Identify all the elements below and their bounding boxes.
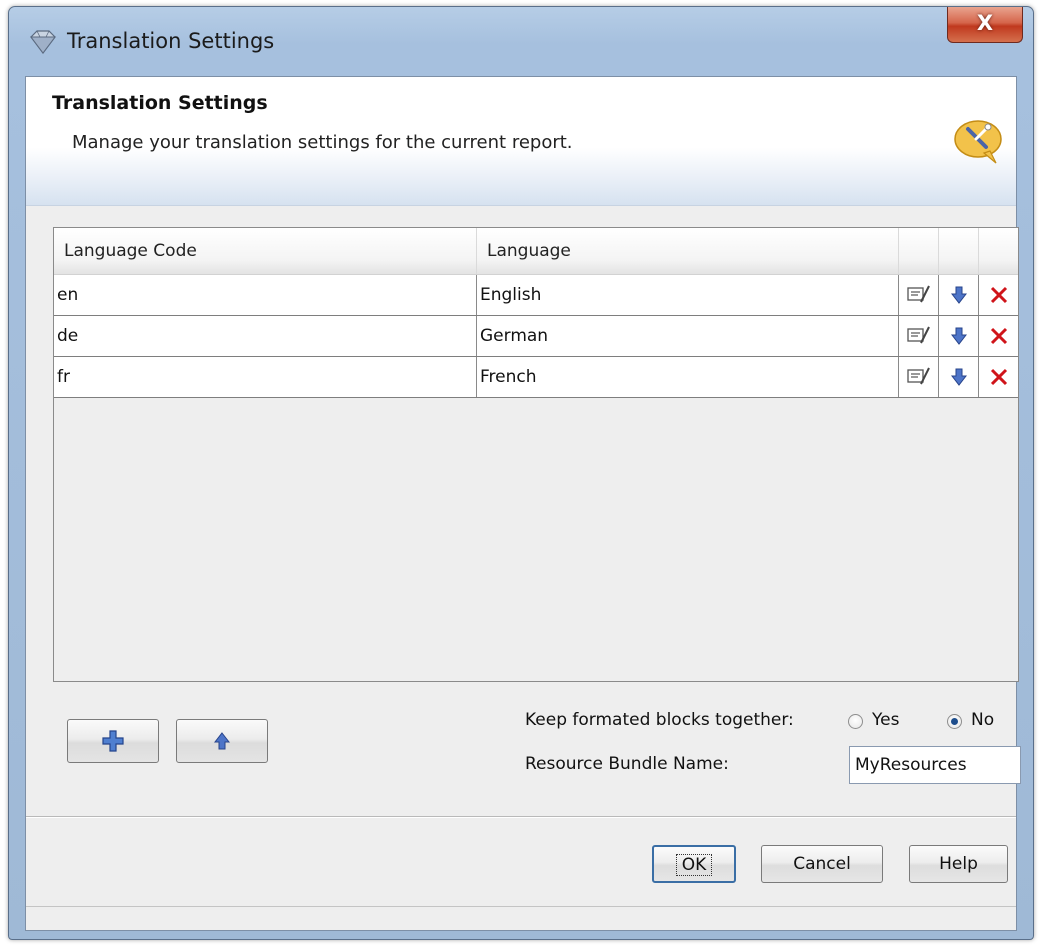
- status-separator: [26, 906, 1016, 907]
- keep-blocks-no-radio[interactable]: [947, 714, 962, 729]
- language-table: Language Code Language en English de Ger…: [53, 227, 1019, 682]
- delete-row-button[interactable]: [979, 357, 1019, 397]
- move-down-button[interactable]: [939, 275, 979, 315]
- translation-speech-bubble-icon: [954, 120, 1002, 164]
- language-code-cell[interactable]: de: [54, 316, 477, 356]
- table-header: Language Code Language: [54, 228, 1018, 275]
- yes-label[interactable]: Yes: [872, 710, 899, 730]
- move-down-icon: [950, 286, 967, 304]
- plus-icon: [102, 730, 124, 752]
- close-icon: X: [976, 11, 994, 35]
- app-diamond-icon: [30, 30, 56, 54]
- delete-icon: [990, 368, 1008, 386]
- no-label[interactable]: No: [971, 710, 994, 730]
- banner-title: Translation Settings: [52, 92, 268, 114]
- edit-row-button[interactable]: [899, 275, 939, 315]
- add-language-button[interactable]: [67, 719, 159, 763]
- move-up-button[interactable]: [176, 719, 268, 763]
- separator: [26, 816, 1016, 818]
- column-header-move: [939, 228, 979, 274]
- edit-row-button[interactable]: [899, 357, 939, 397]
- language-name-cell[interactable]: English: [477, 275, 899, 315]
- table-row[interactable]: fr French: [54, 357, 1018, 398]
- translation-settings-dialog: Translation Settings X Translation Setti…: [8, 6, 1034, 940]
- cancel-button[interactable]: Cancel: [761, 845, 883, 883]
- ok-button[interactable]: OK: [652, 845, 736, 883]
- header-banner: Translation Settings Manage your transla…: [26, 77, 1016, 206]
- move-down-icon: [950, 368, 967, 386]
- move-down-button[interactable]: [939, 357, 979, 397]
- delete-row-button[interactable]: [979, 316, 1019, 356]
- edit-row-button[interactable]: [899, 316, 939, 356]
- column-header-edit: [899, 228, 939, 274]
- bundle-name-input[interactable]: [849, 746, 1021, 784]
- language-name-cell[interactable]: French: [477, 357, 899, 397]
- table-row[interactable]: en English: [54, 275, 1018, 316]
- table-row[interactable]: de German: [54, 316, 1018, 357]
- edit-icon: [906, 326, 930, 344]
- delete-row-button[interactable]: [979, 275, 1019, 315]
- language-name-cell[interactable]: German: [477, 316, 899, 356]
- language-code-cell[interactable]: fr: [54, 357, 477, 397]
- ok-button-label: OK: [675, 854, 713, 876]
- column-header-delete: [979, 228, 1019, 274]
- window-title: Translation Settings: [67, 29, 275, 53]
- close-button[interactable]: X: [947, 7, 1023, 43]
- move-down-icon: [950, 327, 967, 345]
- title-bar[interactable]: Translation Settings X: [9, 7, 1033, 77]
- bundle-name-label: Resource Bundle Name:: [525, 754, 729, 774]
- delete-icon: [990, 286, 1008, 304]
- column-header-language-code[interactable]: Language Code: [54, 228, 477, 274]
- move-up-icon: [214, 732, 230, 750]
- language-code-cell[interactable]: en: [54, 275, 477, 315]
- column-header-language[interactable]: Language: [477, 228, 899, 274]
- help-button[interactable]: Help: [909, 845, 1008, 883]
- edit-icon: [906, 285, 930, 303]
- dialog-content: Translation Settings Manage your transla…: [25, 76, 1021, 931]
- keep-blocks-yes-radio[interactable]: [848, 714, 863, 729]
- banner-description: Manage your translation settings for the…: [72, 132, 573, 153]
- keep-blocks-label: Keep formated blocks together:: [525, 710, 794, 730]
- move-down-button[interactable]: [939, 316, 979, 356]
- delete-icon: [990, 327, 1008, 345]
- edit-icon: [906, 367, 930, 385]
